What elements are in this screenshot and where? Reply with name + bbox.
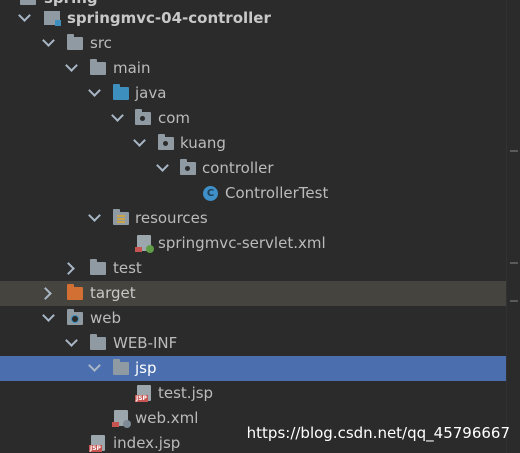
chevron-down-icon[interactable] <box>156 159 169 172</box>
chevron-down-icon[interactable] <box>88 84 101 97</box>
tree-label-web-xml: web.xml <box>135 409 199 427</box>
chevron-down-icon[interactable] <box>111 109 124 122</box>
package-icon <box>180 159 196 175</box>
tree-row-java[interactable]: java <box>0 81 507 106</box>
tree-label-resources: resources <box>135 209 208 227</box>
tree-row-controller[interactable]: controller <box>0 156 507 181</box>
chevron-right-icon[interactable] <box>39 287 52 300</box>
scroll-marker <box>510 150 518 152</box>
tree-row-main[interactable]: main <box>0 56 507 81</box>
package-icon <box>158 134 174 150</box>
scroll-marker <box>510 262 518 264</box>
source-folder-icon <box>113 84 129 100</box>
tree-row-project[interactable]: springmvc-04-controller <box>0 6 507 31</box>
scroll-marker <box>510 300 518 302</box>
folder-icon <box>67 34 83 50</box>
tree-label-src: src <box>90 34 112 52</box>
tree-row-jsp[interactable]: jsp <box>0 356 507 381</box>
tree-label-project: springmvc-04-controller <box>67 9 271 27</box>
tree-label-kuang: kuang <box>180 134 226 152</box>
folder-icon <box>90 59 106 75</box>
vertical-scrollbar[interactable] <box>506 0 520 453</box>
tree-row-web-inf[interactable]: WEB-INF <box>0 331 507 356</box>
tree-label-target: target <box>90 284 136 302</box>
package-icon <box>135 109 151 125</box>
folder-icon <box>113 359 129 375</box>
tree-row-servlet-xml[interactable]: springmvc-servlet.xml <box>0 231 507 256</box>
tree-row-kuang[interactable]: kuang <box>0 131 507 156</box>
java-class-icon: C <box>203 186 218 201</box>
chevron-down-icon[interactable] <box>18 9 31 22</box>
watermark-text: https://blog.csdn.net/qq_45796667 <box>246 424 510 442</box>
module-icon <box>44 11 61 26</box>
tree-label-controller-test: ControllerTest <box>225 184 329 202</box>
jsp-file-icon: JSP <box>135 385 151 402</box>
tree-row-web[interactable]: web <box>0 306 507 331</box>
tree-label-com: com <box>158 109 191 127</box>
web-folder-icon <box>67 309 83 325</box>
tree-label-java: java <box>135 84 167 102</box>
tree-label-jsp: jsp <box>135 359 157 377</box>
tree-row-src[interactable]: src <box>0 31 507 56</box>
tree-row-controller-test[interactable]: C ControllerTest <box>0 181 507 206</box>
resources-folder-icon <box>113 209 129 225</box>
web-xml-icon <box>112 410 131 428</box>
tree-row-target[interactable]: target <box>0 281 507 306</box>
chevron-down-icon[interactable] <box>65 334 78 347</box>
folder-icon <box>90 334 106 350</box>
chevron-right-icon[interactable] <box>62 262 75 275</box>
tree-row-test[interactable]: test <box>0 256 507 281</box>
tree-row-resources[interactable]: resources <box>0 206 507 231</box>
tree-label-web: web <box>90 309 122 327</box>
tree-row-com[interactable]: com <box>0 106 507 131</box>
spring-xml-icon <box>135 235 154 253</box>
tree-label-web-inf: WEB-INF <box>113 334 178 352</box>
chevron-down-icon[interactable] <box>88 359 101 372</box>
tree-label-main: main <box>113 59 151 77</box>
chevron-down-icon[interactable] <box>65 59 78 72</box>
chevron-down-icon[interactable] <box>42 34 55 47</box>
folder-icon <box>90 259 106 275</box>
chevron-down-icon[interactable] <box>133 134 146 147</box>
module-icon <box>20 0 36 5</box>
tree-row-test-jsp[interactable]: JSP test.jsp <box>0 381 507 406</box>
chevron-down-icon[interactable] <box>42 309 55 322</box>
tree-label-index-jsp: index.jsp <box>113 434 181 452</box>
excluded-folder-icon <box>67 284 83 300</box>
tree-label-test: test <box>113 259 142 277</box>
tree-label-controller: controller <box>202 159 274 177</box>
project-tree: spring springmvc-04-controller src main … <box>0 0 507 453</box>
tree-label-servlet-xml: springmvc-servlet.xml <box>158 234 326 252</box>
tree-label-test-jsp: test.jsp <box>158 384 214 402</box>
chevron-down-icon[interactable] <box>88 209 101 222</box>
jsp-file-icon: JSP <box>89 435 105 452</box>
